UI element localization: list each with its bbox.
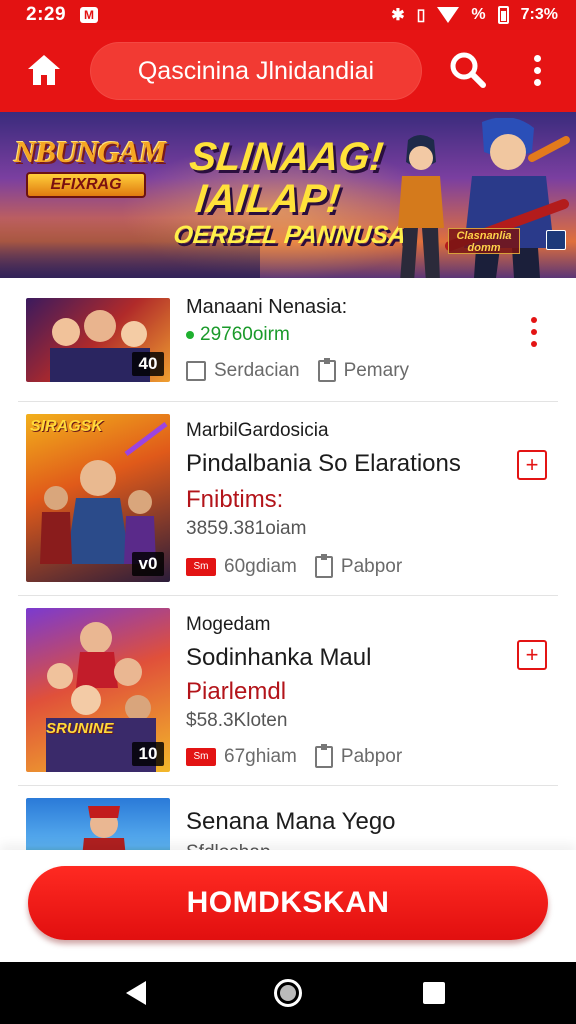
home-icon [28,55,60,85]
item-duration-badge: 10 [132,742,164,766]
item-duration-badge: 40 [132,352,164,376]
banner-game-logo: NBUNGAM EFIXRAG [14,128,166,210]
item-duration-badge: v0 [132,552,164,576]
add-to-list-button[interactable]: + [517,640,547,670]
item-meta-2-text: Pemary [343,360,410,381]
item-subtitle: Piarlemdl [186,678,287,705]
item-status-text: 29760oirm [200,324,290,345]
item-thumbnail[interactable]: 40 [26,298,170,382]
banner-logo-subtitle: EFIXRAG [26,172,146,198]
item-status: 29760oirm [186,324,290,346]
banner-corner-tag: Clasnanlia domm [448,228,520,254]
thumbnail-art [82,806,126,850]
item-meta-1: Sm 67ghiam [186,746,297,768]
search-input[interactable]: Qascinina Jlnidandiai [90,42,422,100]
item-title[interactable]: Senana Mana Yego [186,808,396,836]
plus-icon: + [525,642,539,667]
home-button[interactable] [24,50,64,90]
clipboard-icon [314,554,333,578]
add-to-list-button[interactable]: + [517,450,547,480]
item-price: Sfdloshap [186,842,271,850]
item-meta-2: Pabpor [314,744,403,768]
item-title[interactable]: Pindalbania So Elarations [186,450,461,478]
item-meta: Sm 67ghiam Pabpor [186,744,420,768]
product-list: 40 Manaani Nenasia: 29760oirm Serdacian … [0,278,576,850]
item-meta-2: Pemary [317,358,410,382]
status-time: 2:29 [26,4,67,25]
banner-logo-title: NBUNGAM [14,134,166,169]
sim-badge: M [80,7,99,23]
item-more-icon[interactable] [526,312,542,352]
item-meta-1: Serdacian [186,360,300,382]
list-item[interactable]: SIRAGSK v0 MarbilGardosicia Pindalbania … [0,402,576,596]
item-meta-1-text: 60gdiam [224,556,297,577]
item-meta-2-text: Pabpor [340,556,403,577]
thumbnail-title-tag: SRUNINE [46,720,114,737]
app-bar: Qascinina Jlnidandiai [0,30,576,112]
kebab-dot [531,329,537,335]
item-label: Mogedam [186,614,271,635]
item-subtitle: Fnibtims: [186,486,284,513]
more-dot [533,66,541,74]
item-chip: Sm [186,748,216,766]
battery-text: 7:3% [520,6,558,23]
kebab-dot [531,341,537,347]
percent-icon: % [471,6,486,23]
item-meta-2: Pabpor [314,554,403,578]
online-dot-icon [186,331,194,339]
thumbnail-title-tag: SIRAGSK [30,418,103,435]
item-meta-1-text: Serdacian [214,360,300,381]
list-item[interactable]: SRUNINE 10 Mogedam Sodinhanka Maul Piarl… [0,596,576,786]
bluetooth-icon: ✱ [391,7,405,24]
item-thumbnail[interactable]: SRUNINE 10 [26,608,170,772]
home-circle-icon[interactable] [274,979,302,1007]
category-icon [186,361,206,381]
wifi-icon [437,7,460,23]
kebab-dot [531,317,537,323]
status-bar: 2:29 M ✱ ▯ % 7:3% [0,0,576,30]
search-button[interactable] [448,50,488,90]
item-thumbnail[interactable]: SIRAGSK v0 [26,414,170,582]
clipboard-icon [314,744,333,768]
item-meta: Serdacian Pemary [186,358,427,382]
item-chip: Sm [186,558,216,576]
item-title[interactable]: Sodinhanka Maul [186,644,371,672]
recents-icon[interactable] [423,982,445,1004]
system-nav-bar [0,962,576,1024]
more-dot [533,78,541,86]
item-title[interactable]: Manaani Nenasia: [186,296,347,319]
item-price: $58.3Kloten [186,710,288,731]
list-item[interactable]: Senana Mana Yego Sfdloshap + [0,786,576,850]
item-meta-2-text: Pabpor [340,746,403,767]
status-icons: ✱ ▯ % 7:3% [391,5,558,25]
bottom-cta-bar: HOMDKSKAN [0,850,576,962]
item-price: 3859.381oiam [186,518,307,539]
item-meta-1: Sm 60gdiam [186,556,297,578]
back-icon[interactable] [124,980,150,1006]
item-thumbnail[interactable] [26,798,170,850]
more-vert-icon[interactable] [520,50,554,90]
promo-banner[interactable]: NBUNGAM EFIXRAG SLINAAG! IAILAP! OERBEL … [0,112,576,278]
banner-hero-male-illustration [445,118,570,278]
banner-headline-2: IAILAP! [193,177,343,221]
clipboard-icon [317,358,336,382]
item-meta-1-text: 67ghiam [224,746,297,767]
banner-headline-3: OERBEL PANNUSA! [172,221,416,249]
battery-icon [497,6,509,24]
vibrate-icon: ▯ [416,7,426,24]
item-meta: Sm 60gdiam Pabpor [186,554,420,578]
primary-cta-button[interactable]: HOMDKSKAN [28,866,548,940]
item-label: MarbilGardosicia [186,420,329,441]
more-dot [533,54,541,62]
banner-info-icon[interactable] [546,230,566,250]
search-icon [450,52,486,88]
list-item[interactable]: 40 Manaani Nenasia: 29760oirm Serdacian … [0,278,576,402]
plus-icon: + [525,452,539,477]
